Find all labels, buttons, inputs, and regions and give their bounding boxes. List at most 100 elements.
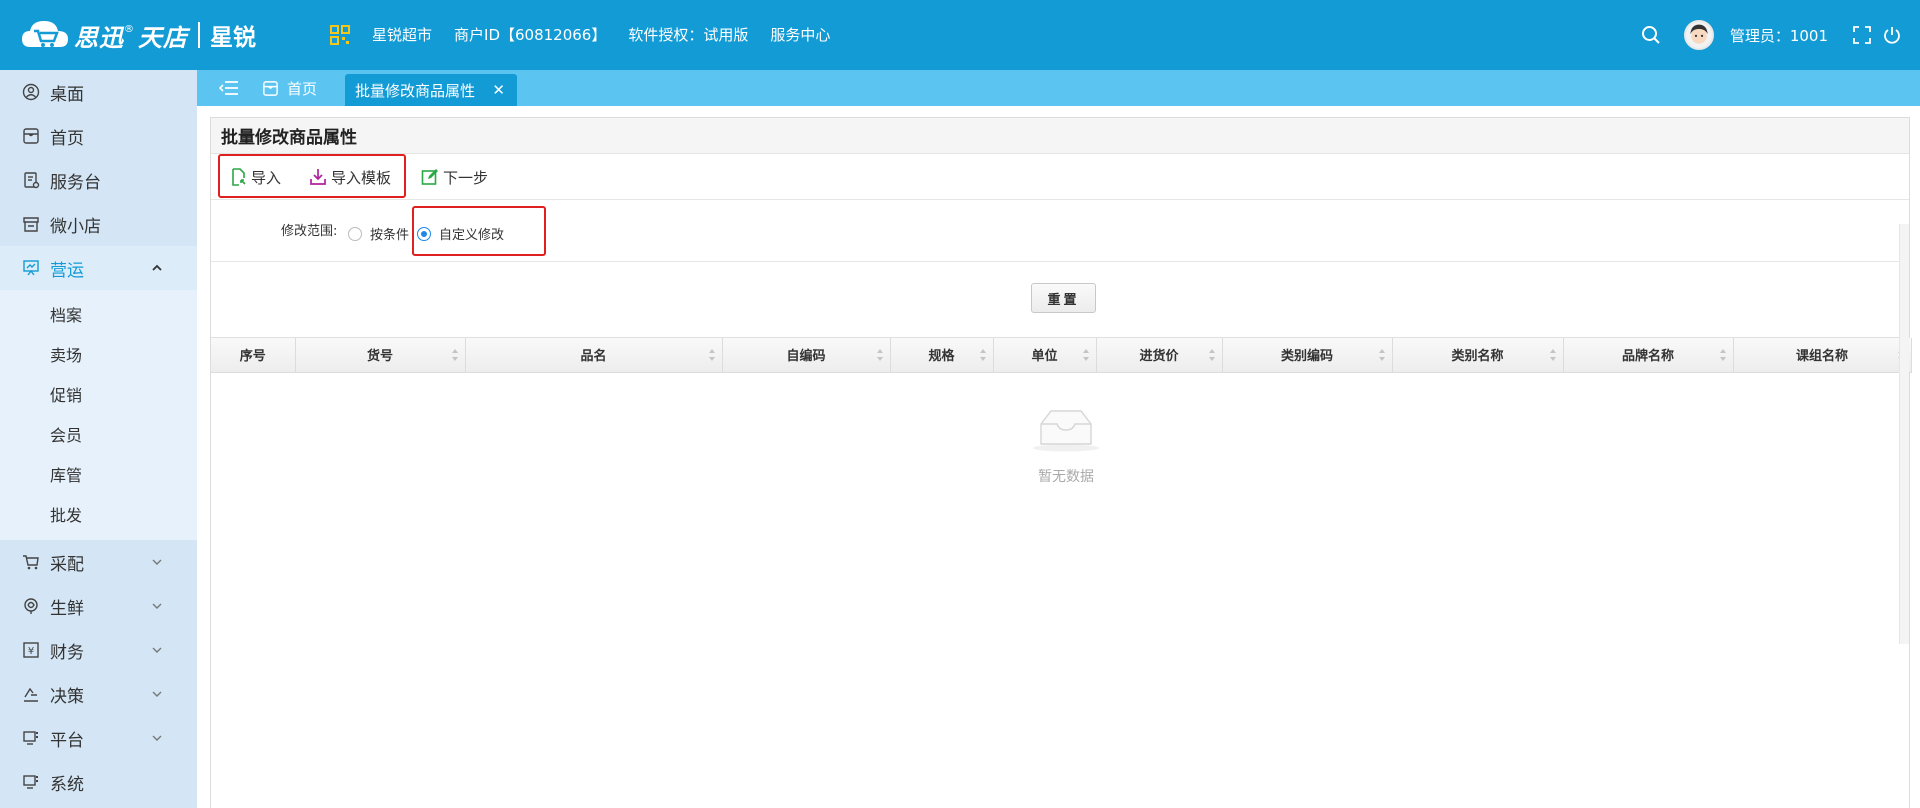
admin-label[interactable]: 管理员：1001 <box>1730 25 1828 46</box>
brand-name-2: 天店 <box>138 23 188 52</box>
sidebar-item-system[interactable]: 系统 <box>0 760 197 804</box>
column-header-group-name[interactable]: 课组名称 <box>1733 338 1912 373</box>
chevron-down-icon <box>152 559 162 565</box>
column-label: 类别编码 <box>1280 349 1333 365</box>
goods-table: 序号 货号 品名 自编码 规格 单位 进货价 类别编码 类别名称 品牌名称 课组… <box>211 338 1912 373</box>
sidebar-item-home[interactable]: 首页 <box>0 114 197 158</box>
sidebar-subitem-member[interactable]: 会员 <box>0 414 197 454</box>
platform-icon <box>23 731 38 745</box>
empty-text: 暂无数据 <box>1038 469 1094 485</box>
sidebar-item-operations[interactable]: 营运 <box>0 246 197 290</box>
decision-icon <box>24 687 38 702</box>
column-header-brand-name[interactable]: 品牌名称 <box>1563 338 1734 373</box>
home-icon <box>23 128 39 144</box>
brand-sub: 星锐 <box>210 25 256 51</box>
brand-logo[interactable]: 思迅 ® 天店 星锐 <box>20 16 256 54</box>
nav-service-center[interactable]: 服务中心 <box>770 24 830 45</box>
sidebar-item-purchasing[interactable]: 采配 <box>0 540 197 584</box>
column-header-category-name[interactable]: 类别名称 <box>1392 338 1564 373</box>
column-header-name[interactable]: 品名 <box>465 338 723 373</box>
brand-reg-mark: ® <box>124 23 134 35</box>
fresh-icon <box>24 598 38 614</box>
sidebar-subitem-sales-floor[interactable]: 卖场 <box>0 334 197 374</box>
table-header-row: 序号 货号 品名 自编码 规格 单位 进货价 类别编码 类别名称 品牌名称 课组… <box>211 338 1912 373</box>
top-nav: 星锐超市 商户ID【60812066】 软件授权：试用版 服务中心 <box>330 24 852 45</box>
highlight-box-custom <box>412 206 546 256</box>
sidebar-subitem-inventory[interactable]: 库管 <box>0 454 197 494</box>
column-label: 货号 <box>366 349 393 365</box>
sort-icon <box>979 349 986 361</box>
qr-code-icon[interactable] <box>330 24 350 45</box>
column-header-spec[interactable]: 规格 <box>890 338 994 373</box>
reset-row: 重置 <box>211 262 1909 338</box>
service-desk-icon <box>24 172 40 189</box>
radio-dot <box>348 226 362 241</box>
tab-batch-edit-label: 批量修改商品属性 <box>355 81 476 100</box>
nav-store-name[interactable]: 星锐超市 <box>372 24 432 45</box>
edit-icon <box>421 169 438 185</box>
operations-submenu: 档案 卖场 促销 会员 库管 批发 <box>0 290 197 540</box>
column-label: 序号 <box>239 349 266 365</box>
operations-icon <box>23 260 39 276</box>
brand-name: 思迅 <box>74 23 124 52</box>
sidebar-item-decision[interactable]: 决策 <box>0 672 197 716</box>
sidebar-item-label: 采配 <box>50 554 84 575</box>
toolbar: 导入 导入模板 下一步 <box>211 154 1909 200</box>
column-header-category-code[interactable]: 类别编码 <box>1222 338 1393 373</box>
radio-by-condition-label: 按条件 <box>370 228 410 243</box>
search-icon[interactable] <box>1640 24 1662 46</box>
sidebar-item-finance[interactable]: ¥ 财务 <box>0 628 197 672</box>
column-label: 单位 <box>1031 349 1058 365</box>
sidebar-subitem-archive[interactable]: 档案 <box>0 294 197 334</box>
finance-icon: ¥ <box>23 642 39 658</box>
empty-state: 暂无数据 <box>1011 408 1121 486</box>
page-title: 批量修改商品属性 <box>211 118 1909 154</box>
column-header-unit[interactable]: 单位 <box>993 338 1097 373</box>
sidebar-item-fresh[interactable]: 生鲜 <box>0 584 197 628</box>
sidebar-subitem-promotion[interactable]: 促销 <box>0 374 197 414</box>
sort-icon <box>1378 349 1385 361</box>
sidebar-item-mini-store[interactable]: 微小店 <box>0 202 197 246</box>
sidebar-item-platform[interactable]: 平台 <box>0 716 197 760</box>
sort-icon <box>1549 349 1556 361</box>
next-step-button[interactable]: 下一步 <box>421 154 488 200</box>
menu-collapse-icon[interactable] <box>219 79 239 97</box>
reset-button[interactable]: 重置 <box>1031 283 1096 313</box>
nav-merchant-id[interactable]: 商户ID【60812066】 <box>454 24 606 45</box>
user-circle-icon <box>22 83 40 101</box>
column-header-self-code[interactable]: 自编码 <box>722 338 891 373</box>
sidebar-item-service-desk[interactable]: 服务台 <box>0 158 197 202</box>
sidebar-subitem-wholesale[interactable]: 批发 <box>0 494 197 534</box>
tab-home[interactable]: 首页 <box>262 70 317 106</box>
power-icon[interactable] <box>1882 25 1902 45</box>
scrollbar[interactable] <box>1899 224 1909 644</box>
chevron-up-icon <box>152 264 162 271</box>
column-label: 类别名称 <box>1451 349 1504 365</box>
fullscreen-icon[interactable] <box>1852 25 1872 45</box>
column-header-seq[interactable]: 序号 <box>211 338 296 373</box>
chevron-down-icon <box>152 691 162 697</box>
radio-by-condition[interactable]: 按条件 <box>348 224 409 243</box>
column-label: 自编码 <box>786 349 826 365</box>
column-label: 品名 <box>580 349 607 365</box>
tab-batch-edit[interactable]: 批量修改商品属性 ✕ <box>345 74 517 106</box>
cart-icon <box>23 555 39 570</box>
chevron-down-icon <box>152 647 162 653</box>
column-header-item-no[interactable]: 货号 <box>295 338 466 373</box>
sidebar-item-label: 服务台 <box>50 172 101 193</box>
brand-divider <box>198 22 200 48</box>
nav-license[interactable]: 软件授权：试用版 <box>628 24 748 45</box>
sort-icon <box>1719 349 1726 361</box>
close-icon[interactable]: ✕ <box>492 81 505 99</box>
column-label: 品牌名称 <box>1621 349 1674 365</box>
sidebar-item-label: 平台 <box>50 730 84 751</box>
column-label: 进货价 <box>1139 349 1179 365</box>
avatar[interactable] <box>1683 20 1714 50</box>
chevron-down-icon <box>152 603 162 609</box>
sidebar-item-desktop[interactable]: 桌面 <box>0 70 197 114</box>
sidebar-item-label: 首页 <box>50 128 84 149</box>
modify-scope-row: 修改范围: 按条件 自定义修改 <box>211 200 1909 262</box>
next-step-label: 下一步 <box>443 168 489 187</box>
column-header-purchase-price[interactable]: 进货价 <box>1096 338 1223 373</box>
main-panel: 批量修改商品属性 导入 导入模板 下一步 修改范围: 按条件 自定义修改 重置 <box>210 117 1912 808</box>
